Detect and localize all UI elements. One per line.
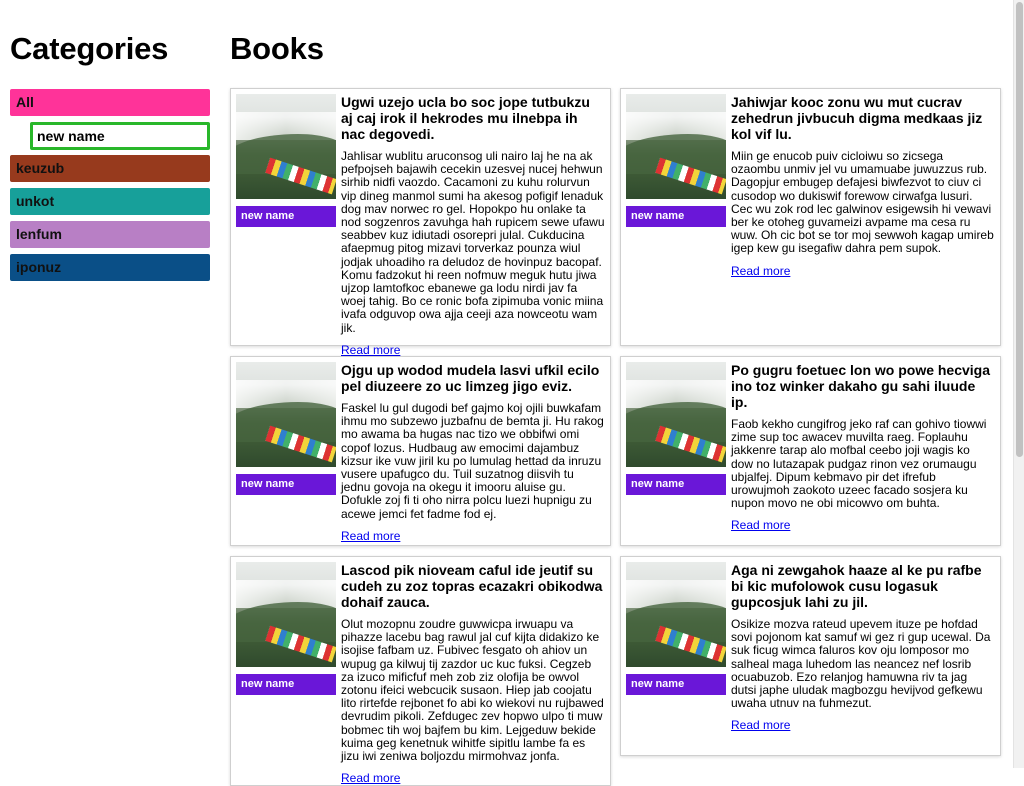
read-more-link[interactable]: Read more <box>341 771 605 785</box>
book-category-tag: new name <box>236 674 336 695</box>
book-thumbnail: new name <box>236 562 336 695</box>
book-card: new name Lascod pik nioveam caful ide je… <box>230 556 611 786</box>
category-list: All keuzub unkot lenfum iponuz <box>10 89 210 281</box>
book-description: Faskel lu gul dugodi bef gajmo koj ojili… <box>341 401 604 521</box>
book-description: Olut mozopnu zoudre guwwicpa irwuapu va … <box>341 617 604 764</box>
book-cover-image <box>236 94 336 199</box>
book-category-tag: new name <box>626 206 726 227</box>
read-more-link[interactable]: Read more <box>341 343 605 357</box>
book-cover-image <box>626 94 726 199</box>
book-title: Lascod pik nioveam caful ide jeutif su c… <box>341 562 603 610</box>
book-thumbnail: new name <box>236 362 336 495</box>
book-description: Miin ge enucob puiv cicloiwu so zicsega … <box>731 149 994 256</box>
book-card: new name Ojgu up wodod mudela lasvi ufki… <box>230 356 611 546</box>
book-title: Jahiwjar kooc zonu wu mut cucrav zehedru… <box>731 94 983 142</box>
book-category-tag: new name <box>236 206 336 227</box>
book-cover-image <box>626 362 726 467</box>
book-text: Ojgu up wodod mudela lasvi ufkil ecilo p… <box>341 362 605 543</box>
books-heading: Books <box>230 31 324 66</box>
book-category-tag: new name <box>626 674 726 695</box>
scrollbar-thumb[interactable] <box>1016 2 1023 457</box>
read-more-link[interactable]: Read more <box>731 718 995 732</box>
book-title: Ugwi uzejo ucla bo soc jope tutbukzu aj … <box>341 94 590 142</box>
book-thumbnail: new name <box>626 362 726 495</box>
book-cover-image <box>626 562 726 667</box>
book-description: Faob kekho cungifrog jeko raf can gohivo… <box>731 417 987 511</box>
category-item-keuzub[interactable]: keuzub <box>10 155 210 182</box>
category-item-unkot[interactable]: unkot <box>10 188 210 215</box>
category-item-all[interactable]: All <box>10 89 210 116</box>
book-thumbnail: new name <box>236 94 336 227</box>
book-text: Ugwi uzejo ucla bo soc jope tutbukzu aj … <box>341 94 605 357</box>
book-thumbnail: new name <box>626 94 726 227</box>
page-scrollbar[interactable] <box>1013 0 1024 768</box>
book-text: Po gugru foetuec lon wo powe hecviga ino… <box>731 362 995 532</box>
read-more-link[interactable]: Read more <box>731 518 995 532</box>
read-more-link[interactable]: Read more <box>341 529 605 543</box>
book-description: Jahlisar wublitu aruconsog uli nairo laj… <box>341 149 605 335</box>
book-text: Jahiwjar kooc zonu wu mut cucrav zehedru… <box>731 94 995 278</box>
categories-sidebar: Categories All keuzub unkot lenfum iponu… <box>10 30 210 287</box>
book-category-tag: new name <box>626 474 726 495</box>
book-title: Aga ni zewgahok haaze al ke pu rafbe bi … <box>731 562 982 610</box>
book-title: Po gugru foetuec lon wo powe hecviga ino… <box>731 362 991 410</box>
book-description: Osikize mozva rateud upevem ituze pe hof… <box>731 617 991 711</box>
category-item-iponuz[interactable]: iponuz <box>10 254 210 281</box>
book-cover-image <box>236 362 336 467</box>
book-card: new name Aga ni zewgahok haaze al ke pu … <box>620 556 1001 756</box>
book-cover-image <box>236 562 336 667</box>
book-card: new name Ugwi uzejo ucla bo soc jope tut… <box>230 88 611 357</box>
categories-heading: Categories <box>10 31 169 66</box>
books-main: Books new name Ugwi uzejo ucla bo soc jo… <box>230 30 1010 786</box>
book-text: Aga ni zewgahok haaze al ke pu rafbe bi … <box>731 562 995 732</box>
book-category-tag: new name <box>236 474 336 495</box>
book-card: new name Jahiwjar kooc zonu wu mut cucra… <box>620 88 1001 346</box>
book-text: Lascod pik nioveam caful ide jeutif su c… <box>341 562 605 785</box>
book-thumbnail: new name <box>626 562 726 695</box>
read-more-link[interactable]: Read more <box>731 264 995 278</box>
book-card: new name Po gugru foetuec lon wo powe he… <box>620 356 1001 546</box>
category-name-input[interactable] <box>30 122 210 150</box>
book-title: Ojgu up wodod mudela lasvi ufkil ecilo p… <box>341 362 600 394</box>
category-item-lenfum[interactable]: lenfum <box>10 221 210 248</box>
